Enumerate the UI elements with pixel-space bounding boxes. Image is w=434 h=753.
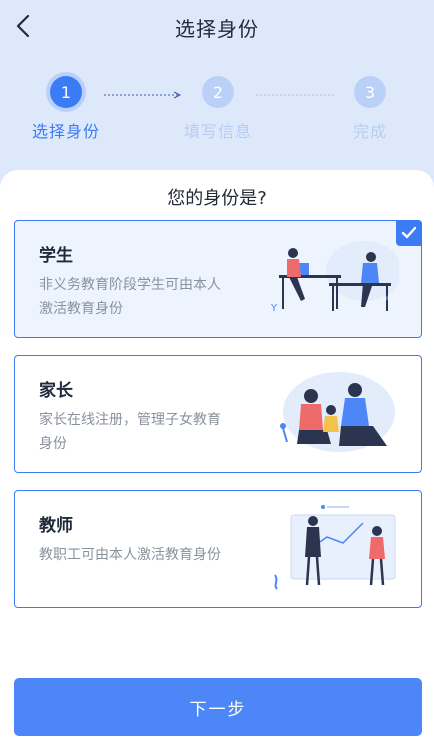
teacher-illustration [274, 505, 396, 590]
role-card-parent[interactable]: 家长 家长在线注册，管理子女教育身份 [14, 355, 422, 473]
step-2-label: 填写信息 [183, 122, 252, 141]
progress-stepper: 1 选择身份 2 填写信息 3 完成 [0, 76, 434, 146]
svg-text:Y: Y [270, 303, 278, 314]
identity-question: 您的身份是? [167, 188, 267, 209]
step-2-circle: 2 [202, 76, 234, 108]
role-card-student[interactable]: 学生 非义务教育阶段学生可由本人激活教育身份 Y [14, 220, 422, 338]
role-title: 家长 [39, 381, 73, 401]
content-card: 您的身份是? 学生 非义务教育阶段学生可由本人激活教育身份 Y 家长 家长在线注… [0, 170, 434, 753]
nav-bar: 选择身份 [0, 0, 434, 52]
step-3: 3 完成 [325, 76, 415, 142]
step-connector-line [256, 94, 334, 96]
checkmark-icon [401, 226, 417, 239]
step-connector-arrow [104, 91, 182, 99]
role-card-teacher[interactable]: 教师 教职工可由本人激活教育身份 [14, 490, 422, 608]
role-title: 学生 [39, 246, 73, 266]
page-title: 选择身份 [175, 17, 259, 41]
step-1: 1 选择身份 [21, 76, 111, 142]
parent-illustration [280, 372, 395, 452]
selected-check-badge [396, 220, 422, 246]
role-description: 家长在线注册，管理子女教育身份 [39, 412, 221, 452]
step-2: 2 填写信息 [173, 76, 263, 142]
step-1-label: 选择身份 [31, 122, 100, 141]
role-description: 非义务教育阶段学生可由本人激活教育身份 [39, 277, 221, 317]
role-description: 教职工可由本人激活教育身份 [39, 547, 221, 563]
student-illustration: Y [270, 241, 399, 314]
step-1-circle: 1 [50, 76, 82, 108]
step-3-circle: 3 [354, 76, 386, 108]
step-3-label: 完成 [352, 122, 387, 141]
next-step-button[interactable]: 下一步 [14, 678, 422, 736]
role-title: 教师 [39, 516, 73, 536]
